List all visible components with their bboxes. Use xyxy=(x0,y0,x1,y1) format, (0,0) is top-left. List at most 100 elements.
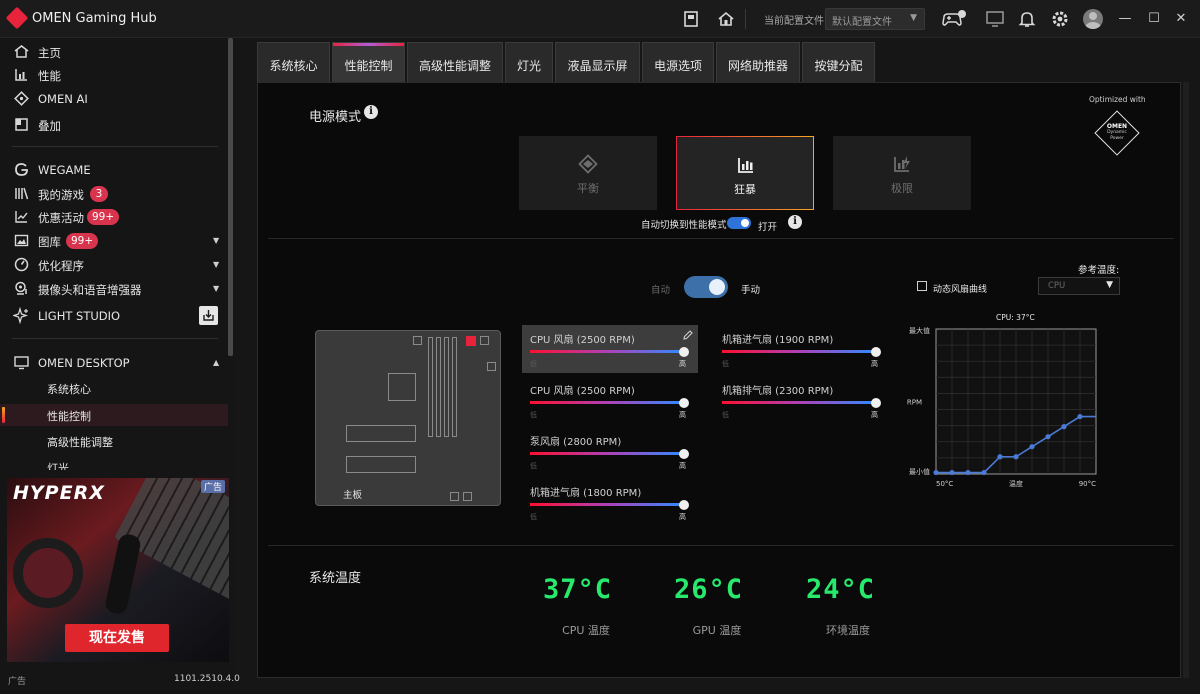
fan-mode-toggle[interactable] xyxy=(684,276,728,298)
sidebar-item-light-studio[interactable]: LIGHT STUDIO xyxy=(0,305,228,327)
profile-label: 当前配置文件 xyxy=(764,16,824,27)
fan-slider-track[interactable] xyxy=(722,350,876,353)
fan-header[interactable] xyxy=(450,492,459,501)
fan-header-active[interactable] xyxy=(466,336,476,346)
home-icon[interactable] xyxy=(716,9,736,29)
auto-switch-label: 自动切换到性能模式 xyxy=(641,220,727,231)
chevron-down-icon: ▼ xyxy=(1106,280,1113,290)
gear-icon[interactable] xyxy=(1050,9,1070,29)
fan-slider-cpu-2[interactable]: CPU 风扇 (2500 RPM) 低 高 xyxy=(522,376,698,424)
fan-low-label: 低 xyxy=(722,411,729,419)
gamepad-icon[interactable] xyxy=(940,9,966,29)
chevron-down-icon[interactable]: ▼ xyxy=(213,260,219,269)
sidebar-item-label: 性能 xyxy=(38,69,61,83)
tab-power-options[interactable]: 电源选项 xyxy=(642,42,714,82)
sidebar-subitem-lighting[interactable]: 灯光 xyxy=(0,456,228,470)
fan-slider-track[interactable] xyxy=(530,452,684,455)
tab-performance-control[interactable]: 性能控制 xyxy=(332,42,405,82)
fan-slider-track[interactable] xyxy=(530,350,684,353)
sidebar-item-wegame[interactable]: WEGAME xyxy=(0,159,228,181)
chevron-up-icon[interactable]: ▲ xyxy=(213,358,219,367)
fan-header[interactable] xyxy=(413,336,422,345)
fan-slider-track[interactable] xyxy=(530,503,684,506)
pencil-icon[interactable] xyxy=(682,329,694,341)
fan-slider-track[interactable] xyxy=(530,401,684,404)
sidebar-item-performance[interactable]: 性能 xyxy=(0,64,228,86)
maximize-icon[interactable]: ☐ xyxy=(1145,10,1163,28)
tab-network-booster[interactable]: 网络助推器 xyxy=(716,42,800,82)
sidebar-subitem-advanced-tuning[interactable]: 高级性能调整 xyxy=(0,430,228,452)
ad-banner[interactable]: HYPERX 广告 现在发售 xyxy=(7,478,229,662)
external-launch-icon[interactable] xyxy=(199,306,218,325)
minimize-icon[interactable]: — xyxy=(1116,10,1134,28)
sidebar-item-omen-ai[interactable]: OMEN AI xyxy=(0,88,228,110)
sidebar-item-webcam-voice[interactable]: 摄像头和语音增强器 ▼ xyxy=(0,278,228,300)
tab-lcd-display[interactable]: 液晶显示屏 xyxy=(555,42,640,82)
optimized-with-text: Optimized with xyxy=(1089,95,1146,104)
monitor-icon[interactable] xyxy=(985,9,1005,29)
info-icon[interactable]: i xyxy=(364,105,378,119)
power-mode-balanced[interactable]: 平衡 xyxy=(519,136,657,210)
power-mode-performance[interactable]: 狂暴 xyxy=(676,136,814,210)
tab-system-core[interactable]: 系统核心 xyxy=(257,42,330,82)
reference-temp-select[interactable]: CPU ▼ xyxy=(1038,277,1120,295)
omen-ai-icon xyxy=(13,90,30,107)
auto-switch-toggle[interactable] xyxy=(727,217,751,229)
dynamic-fan-curve-checkbox[interactable] xyxy=(917,281,927,291)
main-scrollbar[interactable] xyxy=(1183,82,1189,678)
clipboard-icon[interactable] xyxy=(681,9,701,29)
sidebar-item-overlay[interactable]: 叠加 xyxy=(0,114,228,136)
fan-slider-knob[interactable] xyxy=(679,449,689,459)
fan-slider-case-exhaust[interactable]: 机箱排气扇 (2300 RPM) 低 高 xyxy=(714,376,890,424)
sidebar-item-deals[interactable]: 优惠活动 99+ xyxy=(0,206,228,228)
ad-cta-button[interactable]: 现在发售 xyxy=(65,624,169,652)
ram-slot xyxy=(452,337,457,437)
fan-slider-cpu-1[interactable]: CPU 风扇 (2500 RPM) 低 高 xyxy=(522,325,698,373)
close-icon[interactable]: ✕ xyxy=(1172,10,1190,28)
extreme-icon xyxy=(890,152,914,176)
sparkle-icon xyxy=(13,307,30,324)
sidebar-scrollbar[interactable] xyxy=(228,38,233,356)
profile-select[interactable]: 默认配置文件 ▼ xyxy=(825,8,925,30)
version-text: 1101.2510.4.0 xyxy=(174,674,240,684)
chart-point xyxy=(1061,424,1067,430)
sidebar-subitem-performance-control[interactable]: 性能控制 xyxy=(0,404,228,426)
power-mode-title: 电源模式 xyxy=(309,110,362,125)
sidebar-item-home[interactable]: 主页 xyxy=(0,41,228,63)
avatar[interactable] xyxy=(1083,9,1103,29)
fan-slider-pump[interactable]: 泵风扇 (2800 RPM) 低 高 xyxy=(522,427,698,475)
fan-slider-track[interactable] xyxy=(722,401,876,404)
gpu-temp-value: 26°C xyxy=(674,574,744,605)
tab-lighting[interactable]: 灯光 xyxy=(505,42,553,82)
omen-logo-icon xyxy=(5,6,29,30)
overlay-icon xyxy=(13,116,30,133)
fan-slider-knob[interactable] xyxy=(679,347,689,357)
ad-icon: 广告 xyxy=(201,480,226,493)
chevron-down-icon[interactable]: ▼ xyxy=(213,284,219,293)
tab-label: 液晶显示屏 xyxy=(567,59,628,73)
tab-key-assignment[interactable]: 按键分配 xyxy=(802,42,875,82)
fan-header[interactable] xyxy=(463,492,472,501)
fan-slider-knob[interactable] xyxy=(871,398,881,408)
ram-slot xyxy=(436,337,441,437)
sidebar-item-my-games[interactable]: 我的游戏 3 xyxy=(0,183,228,205)
fan-slider-knob[interactable] xyxy=(679,398,689,408)
sidebar-item-omen-desktop[interactable]: OMEN DESKTOP ▲ xyxy=(0,352,228,374)
fan-curve-chart[interactable]: 最大值最小值 RPM 50°C 90°C 温度 xyxy=(894,319,1104,509)
power-mode-label: 狂暴 xyxy=(734,183,756,196)
sidebar-item-gallery[interactable]: 图库 99+ ▼ xyxy=(0,230,228,252)
fan-slider-case-intake-1[interactable]: 机箱进气扇 (1800 RPM) 低 高 xyxy=(522,478,698,526)
fan-slider-knob[interactable] xyxy=(871,347,881,357)
chevron-down-icon[interactable]: ▼ xyxy=(213,236,219,245)
sidebar-subitem-system-core[interactable]: 系统核心 xyxy=(0,377,228,399)
sidebar-item-optimizer[interactable]: 优化程序 ▼ xyxy=(0,254,228,276)
tab-advanced-tuning[interactable]: 高级性能调整 xyxy=(407,42,503,82)
power-mode-extreme[interactable]: 极限 xyxy=(833,136,971,210)
fan-header[interactable] xyxy=(487,362,496,371)
fan-header[interactable] xyxy=(480,336,489,345)
tab-label: 网络助推器 xyxy=(727,59,788,73)
fan-slider-case-intake-2[interactable]: 机箱进气扇 (1900 RPM) 低 高 xyxy=(714,325,890,373)
info-icon[interactable]: i xyxy=(788,215,802,229)
fan-slider-knob[interactable] xyxy=(679,500,689,510)
bell-icon[interactable] xyxy=(1017,9,1037,29)
